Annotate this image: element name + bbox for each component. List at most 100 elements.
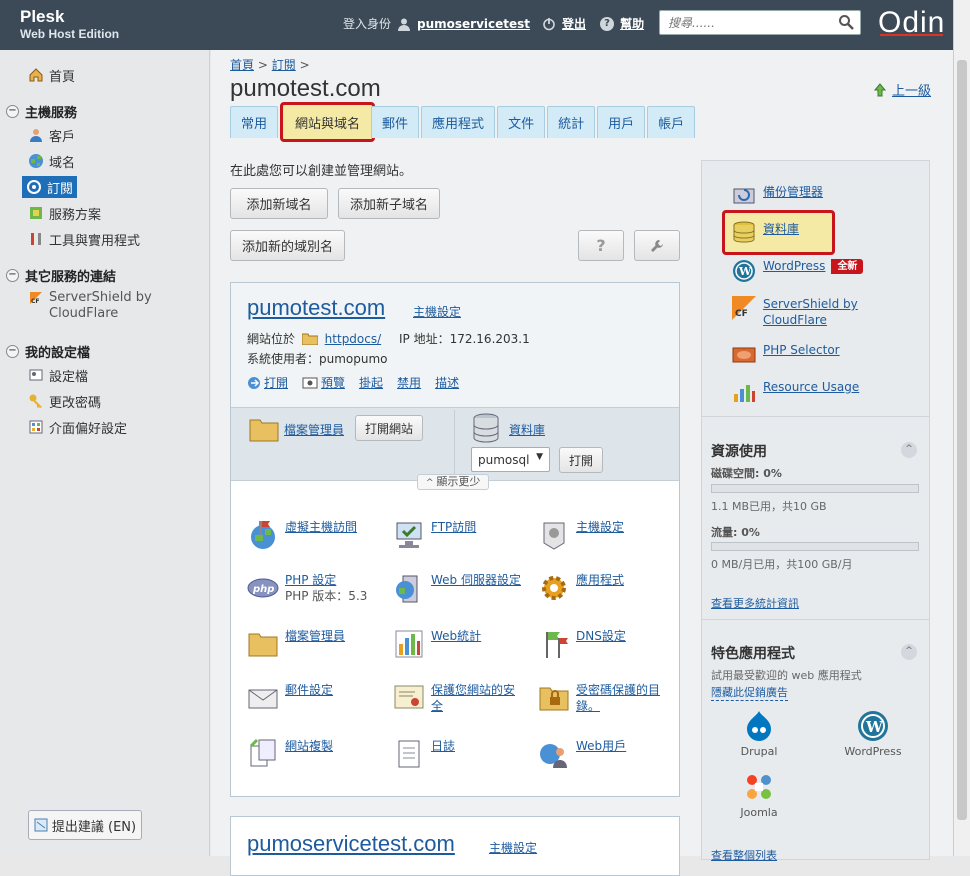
add-domain-button[interactable]: 添加新域名 [230, 188, 328, 219]
view-all-link[interactable]: 查看整個列表 [711, 847, 777, 863]
tab-general[interactable]: 常用 [230, 106, 279, 138]
hide-ad-link[interactable]: 隱藏此促銷廣告 [711, 684, 788, 701]
breadcrumb-home[interactable]: 首頁 [230, 58, 254, 72]
ftp-access-item[interactable]: FTP訪問 [393, 519, 533, 551]
up-level-label: 上一級 [892, 84, 932, 99]
sidebar-section-hosting[interactable]: − 主機服務 [6, 102, 77, 121]
tab-statistics[interactable]: 統計 [547, 106, 596, 138]
protected-dirs-item[interactable]: 受密碼保護的目錄。 [538, 682, 668, 714]
copy-icon [249, 738, 276, 767]
collapse-icon[interactable]: − [6, 105, 19, 118]
sidebar-item-label: ServerShield by CloudFlare [49, 290, 152, 321]
search-box [659, 10, 861, 35]
resource-usage-link[interactable]: Resource Usage [732, 380, 859, 404]
search-input[interactable] [660, 11, 830, 34]
docroot-link[interactable]: httpdocs/ [325, 332, 381, 346]
tab-users[interactable]: 用戶 [597, 106, 646, 138]
divider [702, 619, 929, 620]
collapse-icon[interactable]: − [6, 345, 19, 358]
sidebar-item-profile[interactable]: 設定檔 [28, 365, 88, 385]
globe-icon [29, 154, 43, 168]
collapse-icon[interactable]: ^ [901, 644, 917, 660]
logs-item[interactable]: 日誌 [393, 738, 533, 770]
web-server-settings-item[interactable]: Web 伺服器設定 [393, 572, 521, 604]
new-badge: 全新 [831, 259, 864, 274]
applications-item[interactable]: 應用程式 [538, 572, 678, 604]
feedback-button[interactable]: 提出建議 (EN) [28, 810, 142, 840]
databases-link[interactable]: 資料庫 [509, 421, 545, 438]
database-select[interactable]: pumosql ▼ [471, 447, 550, 472]
database-open-button[interactable]: 打開 [559, 447, 603, 473]
wordpress-link[interactable]: W WordPress 全新 [732, 259, 864, 283]
mail-settings-item[interactable]: 郵件設定 [247, 682, 387, 714]
sidebar-item-domains[interactable]: 域名 [28, 151, 75, 171]
disable-action[interactable]: 禁用 [397, 374, 421, 391]
sidebar-item-subscriptions[interactable]: 訂閱 [22, 176, 78, 198]
sidebar-item-change-password[interactable]: 更改密碼 [28, 391, 101, 411]
logout-link[interactable]: 登出 [562, 15, 586, 32]
hosting-settings-link[interactable]: 主機設定 [489, 839, 537, 856]
virtual-host-access-item[interactable]: 虛擬主機訪問 [247, 519, 387, 551]
web-users-item[interactable]: Web用戶 [538, 738, 678, 770]
php-selector-link[interactable]: PHP Selector [732, 343, 840, 367]
app-drupal[interactable]: Drupal [724, 710, 794, 758]
php-settings-item[interactable]: php PHP 設定 PHP 版本：5.3 [247, 572, 387, 604]
sidebar-item-home[interactable]: 首頁 [28, 65, 75, 85]
page-scrollbar[interactable] [953, 0, 970, 856]
tab-websites-domains[interactable]: 網站與域名 [280, 102, 376, 142]
user-icon [398, 18, 411, 31]
breadcrumb-subscriptions[interactable]: 訂閱 [272, 58, 296, 72]
username-link[interactable]: pumoservicetest [417, 17, 530, 31]
disk-space-label: 磁碟空間: 0% [711, 467, 782, 480]
website-copy-item[interactable]: 網站複製 [247, 738, 387, 770]
svg-text:CF: CF [31, 298, 40, 305]
breadcrumb-separator: > [257, 58, 268, 72]
site-name-link[interactable]: pumoservicetest.com [247, 831, 455, 857]
up-level-link[interactable]: 上一級 [873, 80, 931, 99]
sidebar-section-other[interactable]: − 其它服務的連結 [6, 266, 116, 285]
preview-action[interactable]: 預覽 [302, 374, 345, 391]
tab-applications[interactable]: 應用程式 [421, 106, 496, 138]
file-manager-item[interactable]: 檔案管理員 [247, 628, 387, 660]
file-manager-link[interactable]: 檔案管理員 [284, 421, 344, 438]
collapse-icon[interactable]: − [6, 269, 19, 282]
sidebar-item-interface-prefs[interactable]: 介面偏好設定 [28, 417, 127, 437]
dns-settings-item[interactable]: DNS設定 [538, 628, 678, 660]
tab-mail[interactable]: 郵件 [371, 106, 420, 138]
open-site-button[interactable]: 打開網站 [355, 415, 423, 441]
search-icon[interactable] [838, 14, 854, 30]
help-button[interactable]: ? [578, 230, 624, 261]
add-alias-button[interactable]: 添加新的域別名 [230, 230, 345, 261]
description-action[interactable]: 描述 [435, 374, 459, 391]
sidebar-item-label: 更改密碼 [49, 395, 102, 411]
resource-usage-title: 資源使用 [711, 444, 767, 460]
tab-files[interactable]: 文件 [497, 106, 546, 138]
add-subdomain-button[interactable]: 添加新子域名 [338, 188, 440, 219]
open-action[interactable]: 打開 [247, 374, 288, 391]
backup-manager-link[interactable]: 備份管理器 [732, 183, 823, 207]
sidebar-item-service-plans[interactable]: 服務方案 [28, 203, 101, 223]
databases-link[interactable]: 資料庫 [732, 220, 799, 244]
suspend-action[interactable]: 掛起 [359, 374, 383, 391]
more-stats-link[interactable]: 查看更多統計資訊 [711, 595, 799, 611]
scrollbar-thumb[interactable] [957, 60, 967, 820]
secure-site-item[interactable]: 保護您網站的安全 [393, 682, 521, 714]
show-less-toggle[interactable]: ^ 顯示更少 [417, 474, 490, 490]
sidebar-item-customers[interactable]: 客戶 [28, 125, 75, 145]
help-link[interactable]: 幫助 [620, 15, 644, 32]
hosting-settings-link[interactable]: 主機設定 [413, 303, 461, 320]
plesk-logo[interactable]: Plesk Web Host Edition [20, 8, 119, 40]
web-stats-item[interactable]: Web統計 [393, 628, 533, 660]
site-name-link[interactable]: pumotest.com [247, 295, 385, 321]
sidebar-section-profile[interactable]: − 我的設定檔 [6, 342, 90, 361]
collapse-icon[interactable]: ^ [901, 442, 917, 458]
sidebar-item-servershield[interactable]: CF ServerShield by CloudFlare [28, 290, 159, 324]
odin-logo: Odin [878, 6, 946, 39]
app-joomla[interactable]: Joomla [724, 771, 794, 819]
servershield-link[interactable]: CF ServerShield by CloudFlare [732, 296, 863, 328]
app-wordpress[interactable]: W WordPress [838, 710, 908, 758]
hosting-settings-item[interactable]: 主機設定 [538, 519, 678, 551]
sidebar-item-tools[interactable]: 工具與實用程式 [28, 229, 140, 249]
settings-button[interactable] [634, 230, 680, 261]
tab-account[interactable]: 帳戶 [647, 106, 696, 138]
